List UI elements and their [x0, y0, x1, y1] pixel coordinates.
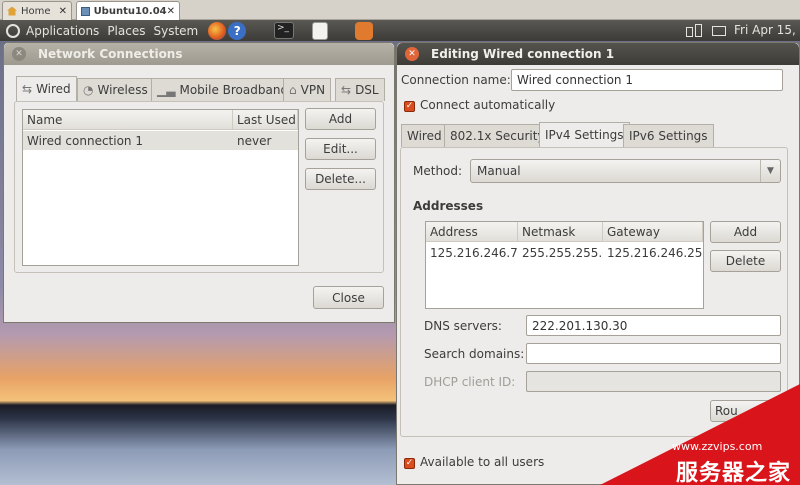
system-menu[interactable]: System: [153, 24, 198, 38]
row-netmask: 255.255.255.0: [522, 245, 603, 260]
method-label: Method:: [413, 164, 463, 178]
places-menu[interactable]: Places: [107, 24, 145, 38]
watermark-url: www.zzvips.com: [672, 440, 763, 453]
ubuntu-one-icon[interactable]: [355, 22, 373, 40]
watermark-brand: 服务器之家: [676, 461, 792, 485]
vm-tab-label: Ubuntu10.04: [93, 5, 167, 17]
connection-name-field[interactable]: Wired connection 1: [511, 69, 783, 91]
wireless-icon: ◔: [83, 83, 94, 97]
window-title: Network Connections: [38, 47, 183, 61]
close-button[interactable]: Close: [313, 286, 384, 309]
window-title: Editing Wired connection 1: [431, 47, 615, 61]
method-value: Manual: [477, 164, 521, 178]
tab-label: Wireless: [97, 83, 148, 97]
network-connections-titlebar: ✕ Network Connections: [4, 43, 394, 65]
lock-icon: ⌂: [289, 83, 297, 97]
method-select[interactable]: Manual ▼: [470, 159, 781, 183]
wired-icon: ⇆: [22, 82, 33, 96]
column-header-address[interactable]: Address: [426, 222, 518, 242]
row-last-used: never: [237, 133, 272, 148]
home-icon: [7, 6, 17, 16]
add-address-button[interactable]: Add: [710, 221, 781, 243]
top-panel: Applications Places System ? >_ Fri Apr …: [0, 20, 800, 41]
close-icon[interactable]: ✕: [59, 6, 67, 17]
network-icon[interactable]: [686, 24, 704, 37]
dhcp-client-id-label: DHCP client ID:: [424, 375, 516, 389]
vm-tab-label: Home: [21, 5, 51, 17]
connect-automatically-label: Connect automatically: [420, 98, 556, 112]
vm-icon: [81, 6, 90, 16]
signal-icon: ▁▃: [157, 83, 176, 97]
tab-label: Wired: [36, 82, 71, 96]
terminal-icon[interactable]: >_: [274, 22, 294, 39]
firefox-icon[interactable]: [208, 21, 227, 40]
dns-servers-label: DNS servers:: [424, 319, 502, 333]
tab-vpn[interactable]: ⌂ VPN: [283, 78, 332, 101]
column-header-last-used[interactable]: Last Used: [233, 110, 298, 130]
dsl-icon: ⇆: [341, 83, 352, 97]
chevron-down-icon: ▼: [760, 160, 780, 182]
search-domains-label: Search domains:: [424, 347, 525, 361]
clock[interactable]: Fri Apr 15,: [734, 23, 796, 37]
table-row[interactable]: Wired connection 1 never: [23, 131, 298, 150]
editing-connection-titlebar: ✕ Editing Wired connection 1: [397, 43, 799, 65]
tab-ipv6-settings[interactable]: IPv6 Settings: [623, 124, 714, 147]
row-name: Wired connection 1: [27, 133, 143, 148]
close-icon[interactable]: ✕: [405, 47, 419, 61]
available-to-all-users-checkbox[interactable]: ✓: [404, 458, 415, 469]
tab-mobile-broadband[interactable]: ▁▃ Mobile Broadband: [151, 78, 295, 101]
tab-label: Mobile Broadband: [179, 83, 289, 97]
add-button[interactable]: Add: [305, 108, 376, 130]
edit-button[interactable]: Edit...: [305, 138, 376, 160]
tab-wired[interactable]: ⇆ Wired: [16, 76, 77, 101]
close-icon[interactable]: ✕: [167, 6, 175, 17]
network-connections-window: ✕ Network Connections ⇆ Wired ◔ Wireless…: [3, 42, 395, 323]
tab-wired[interactable]: Wired: [401, 124, 448, 147]
tab-label: VPN: [300, 83, 326, 97]
applications-menu[interactable]: Applications: [26, 24, 99, 38]
column-header-gateway[interactable]: Gateway: [603, 222, 703, 242]
tab-label: DSL: [355, 83, 379, 97]
table-row[interactable]: 125.216.246.70 255.255.255.0 125.216.246…: [426, 243, 703, 262]
addresses-table[interactable]: Address Netmask Gateway 125.216.246.70 2…: [425, 221, 704, 309]
text-editor-icon[interactable]: [312, 22, 328, 40]
tab-ipv4-settings[interactable]: IPv4 Settings: [539, 122, 630, 147]
mail-icon[interactable]: [712, 26, 726, 36]
column-header-netmask[interactable]: Netmask: [518, 222, 603, 242]
vm-tab-ubuntu[interactable]: Ubuntu10.04 ✕: [76, 1, 180, 20]
delete-address-button[interactable]: Delete: [710, 250, 781, 272]
connection-name-label: Connection name:: [401, 73, 511, 87]
vm-tab-home[interactable]: Home ✕: [2, 1, 72, 20]
ubuntu-logo-icon: [6, 23, 20, 38]
vm-tab-strip: Home ✕ Ubuntu10.04 ✕: [0, 0, 800, 20]
connections-list[interactable]: Name Last Used Wired connection 1 never: [22, 109, 299, 266]
tab-dsl[interactable]: ⇆ DSL: [335, 78, 385, 101]
delete-button[interactable]: Delete...: [305, 168, 376, 190]
tab-wireless[interactable]: ◔ Wireless: [77, 78, 154, 101]
dns-servers-field[interactable]: 222.201.130.30: [526, 315, 781, 336]
addresses-heading: Addresses: [413, 199, 484, 213]
close-icon[interactable]: ✕: [12, 47, 26, 61]
column-header-name[interactable]: Name: [23, 110, 233, 130]
search-domains-field[interactable]: [526, 343, 781, 364]
row-gateway: 125.216.246.254: [607, 245, 703, 260]
connect-automatically-checkbox[interactable]: ✓: [404, 101, 415, 112]
row-address: 125.216.246.70: [430, 245, 518, 260]
tab-8021x-security[interactable]: 802.1x Security: [444, 124, 551, 147]
dhcp-client-id-field: [526, 371, 781, 392]
available-to-all-users-label: Available to all users: [420, 455, 545, 469]
help-icon[interactable]: ?: [228, 21, 247, 40]
